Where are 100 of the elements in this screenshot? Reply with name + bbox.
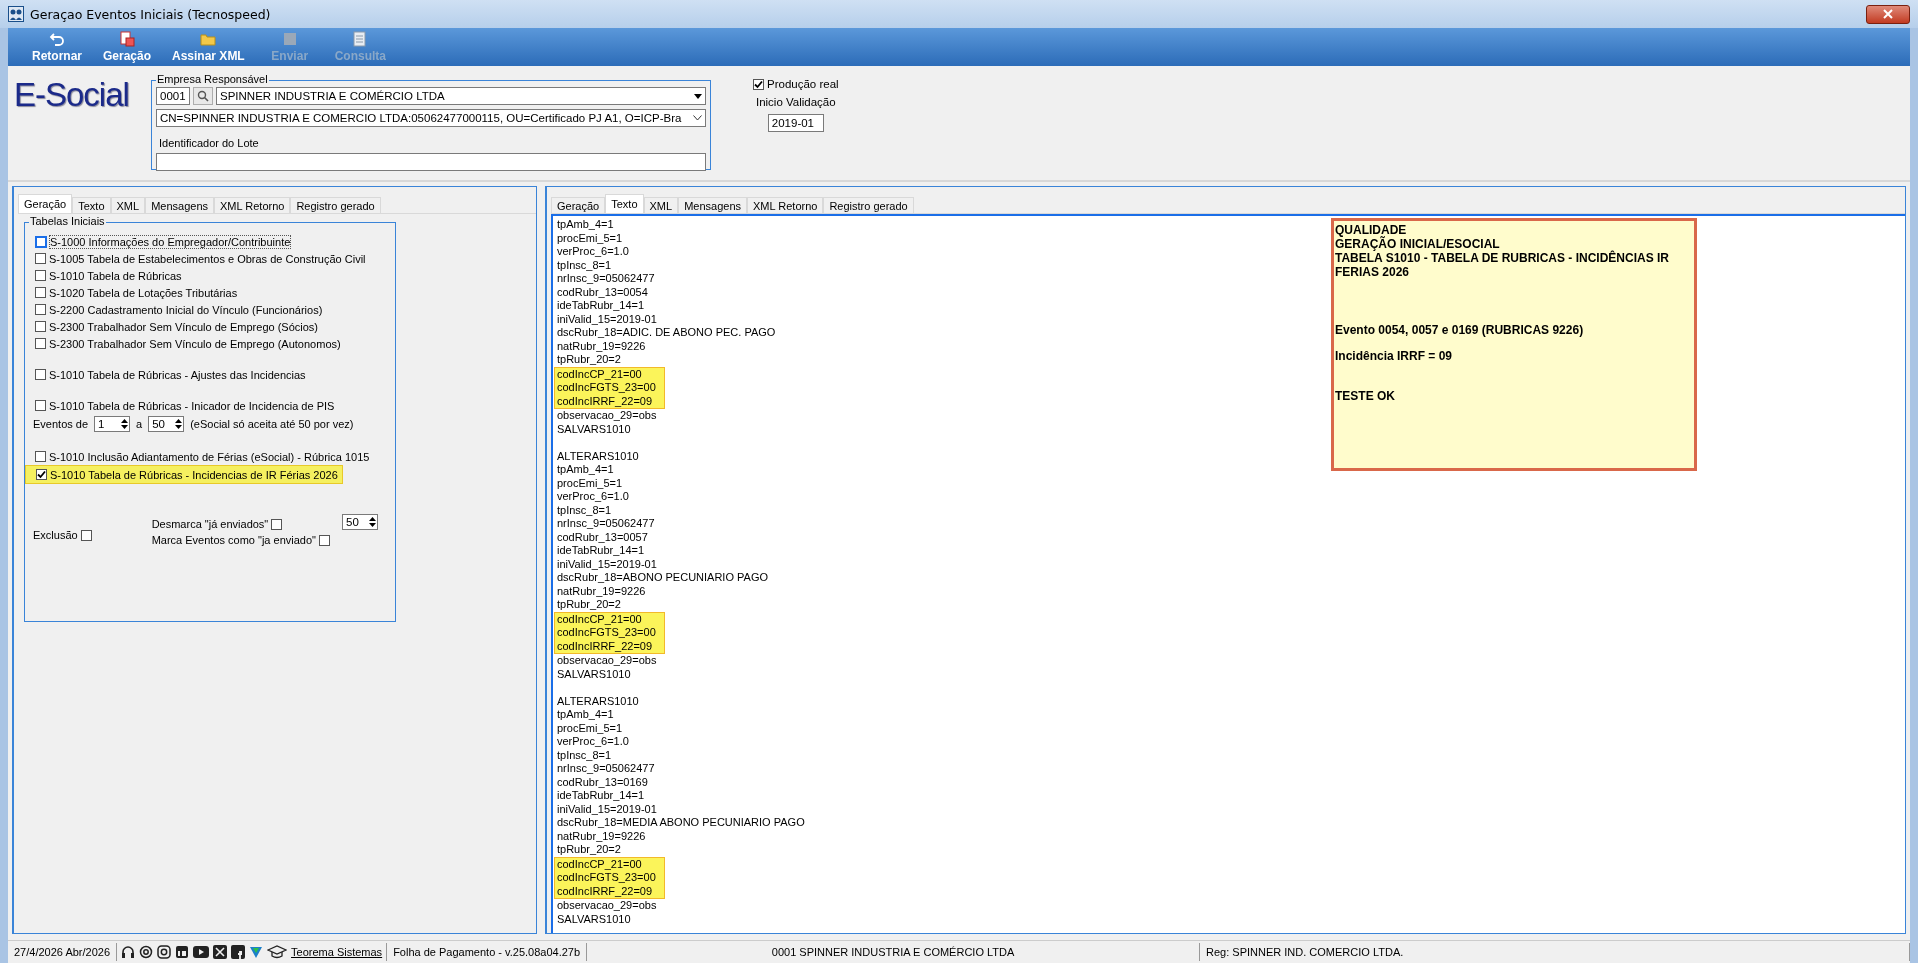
note-text: TABELA S1010 - TABELA DE RUBRICAS - INCIDÊNCIAS IR FERIAS 2026 xyxy=(1335,251,1671,279)
text-line: iniValid_15=2019-01 xyxy=(557,802,658,816)
text-line: ALTERARS1010 xyxy=(557,694,640,708)
camera-icon xyxy=(157,945,172,959)
tab[interactable]: Geração xyxy=(551,197,606,213)
text-line: observacao_29=obs xyxy=(557,654,658,668)
company-dropdown[interactable]: SPINNER INDUSTRIA E COMÉRCIO LTDA xyxy=(216,87,706,105)
chevron-down-icon xyxy=(693,115,702,121)
text-line: codIncIRRF_22=09 xyxy=(557,639,654,653)
text-line: procEmi_5=1 xyxy=(557,721,624,735)
close-icon xyxy=(1883,9,1893,19)
checkbox[interactable] xyxy=(36,469,47,480)
checkbox-label: Marca Eventos como "ja enviado" xyxy=(151,534,316,546)
text-line: nrInsc_9=05062477 xyxy=(557,762,656,776)
toolbar-button[interactable]: Geração xyxy=(92,28,162,66)
checkbox[interactable] xyxy=(319,534,330,546)
tab[interactable]: Texto xyxy=(605,194,644,213)
group-title: Empresa Responsável xyxy=(156,73,269,85)
checkbox[interactable] xyxy=(80,529,92,541)
tab[interactable]: XML Retorno xyxy=(747,197,824,213)
spin-field[interactable]: 50 xyxy=(342,514,378,530)
code-field[interactable]: 0001 xyxy=(156,87,190,105)
text-line: tpAmb_4=1 xyxy=(557,463,615,477)
checkbox-label: S-1010 Tabela de Rúbricas - Ajustes das Incidencias xyxy=(49,368,306,381)
checkbox[interactable] xyxy=(35,287,46,298)
checkbox[interactable] xyxy=(35,270,46,281)
text-line: iniValid_15=2019-01 xyxy=(557,557,658,571)
text-line: codIncFGTS_23=00 xyxy=(557,381,657,395)
tab[interactable]: Texto xyxy=(72,197,111,213)
text-line: procEmi_5=1 xyxy=(557,231,624,245)
spin-field[interactable]: 1 xyxy=(94,416,131,432)
status-text: Folha de Pagamento - v.25.08a04.27b xyxy=(386,943,588,961)
toolbar-button[interactable]: Assinar XML xyxy=(162,28,255,66)
checkbox[interactable] xyxy=(271,518,283,530)
checkbox-label: Exclusão xyxy=(33,529,78,541)
date-field[interactable]: 2019-01 xyxy=(767,114,824,132)
tab[interactable]: Mensagens xyxy=(145,197,214,213)
text-line: dscRubr_18=MEDIA ABONO PECUNIARIO PAGO xyxy=(557,816,805,830)
checkbox[interactable] xyxy=(35,253,46,264)
checkbox[interactable] xyxy=(35,369,46,380)
text-line: verProc_6=1.0 xyxy=(557,490,630,504)
folder-icon xyxy=(200,31,217,47)
toolbar-button[interactable]: Retornar xyxy=(22,28,92,66)
text-line: verProc_6=1.0 xyxy=(557,245,630,259)
certificate-dropdown[interactable]: CN=SPINNER INDUSTRIA E COMERCIO LTDA:05062477000115, OU=Certificado PJ A1, O=ICP-Bra xyxy=(156,109,706,127)
text-line: ideTabRubr_14=1 xyxy=(557,789,646,803)
tab[interactable]: Mensagens xyxy=(678,197,747,213)
text-line: codRubr_13=0054 xyxy=(557,285,649,299)
link[interactable]: Teorema Sistemas xyxy=(291,946,383,958)
close-button[interactable] xyxy=(1866,4,1910,24)
checkbox[interactable] xyxy=(35,321,46,332)
text-line: tpInsc_8=1 xyxy=(557,748,613,762)
note-text: Incidência IRRF = 09 xyxy=(1335,349,1454,363)
note-text: GERAÇÃO INICIAL/ESOCIAL xyxy=(1335,237,1501,251)
tab[interactable]: Geração xyxy=(18,194,73,213)
checkbox-label: S-2300 Trabalhador Sem Vínculo de Emprego (Autonomos) xyxy=(49,337,341,350)
field-label: Identificador do Lote xyxy=(158,137,260,149)
note-text: TESTE OK xyxy=(1335,389,1396,403)
text-line: tpInsc_8=1 xyxy=(557,503,613,517)
field-label: Eventos de xyxy=(33,418,89,430)
tab[interactable]: XML xyxy=(643,197,679,213)
checkbox-label: S-1010 Tabela de Rúbricas - Inicador de Incidencia de PIS xyxy=(49,399,335,412)
undo-icon xyxy=(49,31,65,47)
lote-field[interactable] xyxy=(156,153,706,171)
checkbox[interactable] xyxy=(35,400,46,411)
checkbox[interactable] xyxy=(35,304,46,315)
tab[interactable]: XML xyxy=(110,197,146,213)
tab[interactable]: XML Retorno xyxy=(214,197,291,213)
square-logo-icon xyxy=(175,945,190,959)
text-line: codIncFGTS_23=00 xyxy=(557,871,657,885)
note-text: QUALIDADE xyxy=(1335,223,1408,237)
checkbox-label: S-1020 Tabela de Lotações Tributárias xyxy=(49,286,238,299)
list-icon xyxy=(352,31,369,47)
checkbox-label: Produção real xyxy=(767,78,839,90)
tab[interactable]: Registro gerado xyxy=(823,197,914,213)
text-line: ALTERARS1010 xyxy=(557,449,640,463)
play-icon xyxy=(193,946,210,958)
text-line: dscRubr_18=ADIC. DE ABONO PEC. PAGO xyxy=(557,326,777,340)
note-text: Evento 0054, 0057 e 0169 (RUBRICAS 9226) xyxy=(1335,323,1585,337)
text-line: tpRubr_20=2 xyxy=(557,353,622,367)
checkbox[interactable] xyxy=(35,338,46,349)
text-line: tpAmb_4=1 xyxy=(557,218,615,232)
triangle-icon xyxy=(249,945,264,959)
tab[interactable]: Registro gerado xyxy=(290,197,381,213)
checkbox[interactable] xyxy=(753,78,764,90)
text-line: codIncCP_21=00 xyxy=(557,857,643,871)
group-title: Tabelas Iniciais xyxy=(29,215,106,227)
status-text: Reg: SPINNER IND. COMERCIO LTDA. xyxy=(1200,943,1910,961)
search-button[interactable] xyxy=(193,87,213,105)
checkbox-label: S-1010 Tabela de Rúbricas - Incidencias de IR Férias 2026 xyxy=(50,468,338,481)
spin-field[interactable]: 50 xyxy=(148,416,185,432)
checkbox[interactable] xyxy=(35,451,46,462)
checkbox[interactable] xyxy=(35,235,47,248)
text-line: observacao_29=obs xyxy=(557,409,658,423)
text-line: codIncCP_21=00 xyxy=(557,367,643,381)
checkbox-label: S-1010 Tabela de Rúbricas xyxy=(49,269,182,282)
square-logo-icon xyxy=(231,945,246,959)
spinner-arrows-icon xyxy=(120,418,130,430)
status-text: 0001 SPINNER INDUSTRIA E COMÉRCIO LTDA xyxy=(587,943,1201,961)
text-line: natRubr_19=9226 xyxy=(557,584,647,598)
